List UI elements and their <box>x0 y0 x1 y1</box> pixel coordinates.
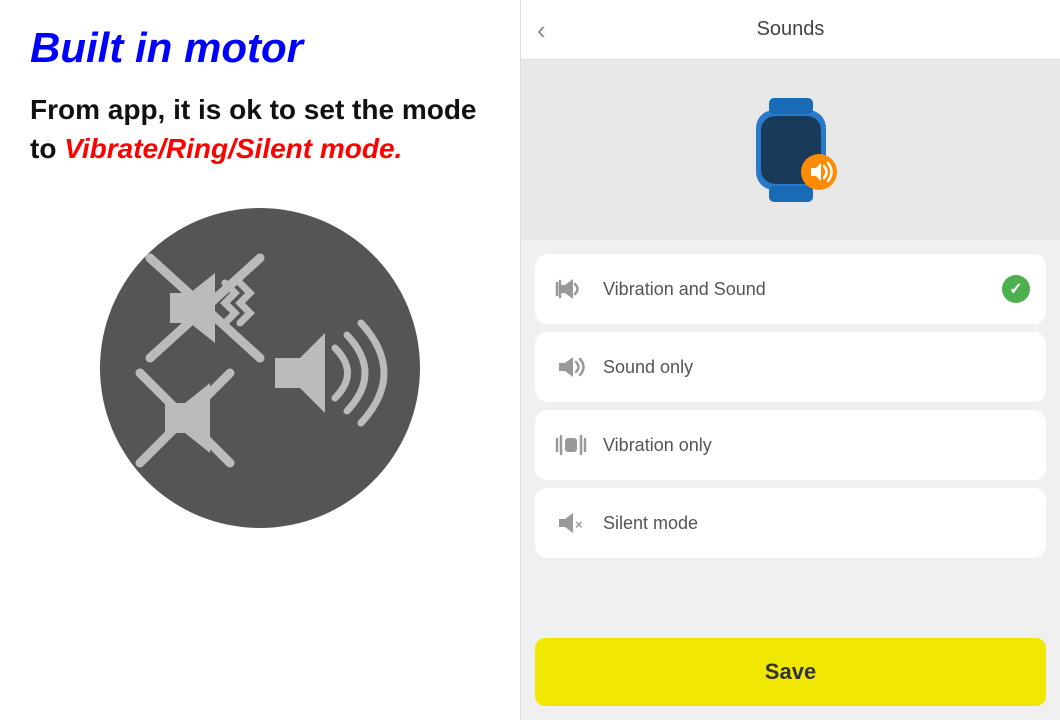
option-vibration-sound[interactable]: Vibration and Sound ✓ <box>535 254 1046 324</box>
description: From app, it is ok to set the mode to Vi… <box>30 90 490 168</box>
panel-title: Sounds <box>757 18 825 41</box>
panel-header: ‹ Sounds <box>521 0 1060 60</box>
description-highlight: Vibrate/Ring/Silent mode. <box>64 133 402 164</box>
option-sound-only[interactable]: Sound only <box>535 332 1046 402</box>
sound-only-icon <box>553 349 589 385</box>
options-list: Vibration and Sound ✓ Sound only <box>521 240 1060 628</box>
left-panel: Built in motor From app, it is ok to set… <box>0 0 520 720</box>
svg-text:×: × <box>575 517 583 532</box>
watch-icon <box>731 90 851 210</box>
save-button[interactable]: Save <box>535 638 1046 706</box>
vibration-only-icon <box>553 427 589 463</box>
back-button[interactable]: ‹ <box>537 17 546 43</box>
option-silent-mode[interactable]: × Silent mode <box>535 488 1046 558</box>
silent-mode-icon: × <box>553 505 589 541</box>
vibration-sound-label: Vibration and Sound <box>603 279 766 300</box>
watch-area <box>521 60 1060 240</box>
page-title: Built in motor <box>30 24 490 72</box>
sound-only-label: Sound only <box>603 357 693 378</box>
right-panel: ‹ Sounds <box>520 0 1060 720</box>
illustration-svg <box>120 228 400 508</box>
vibration-ring-silent-illustration <box>100 208 420 528</box>
vibration-only-label: Vibration only <box>603 435 712 456</box>
selected-checkmark: ✓ <box>1002 275 1030 303</box>
vibration-sound-icon <box>553 271 589 307</box>
option-vibration-only[interactable]: Vibration only <box>535 410 1046 480</box>
silent-mode-label: Silent mode <box>603 513 698 534</box>
